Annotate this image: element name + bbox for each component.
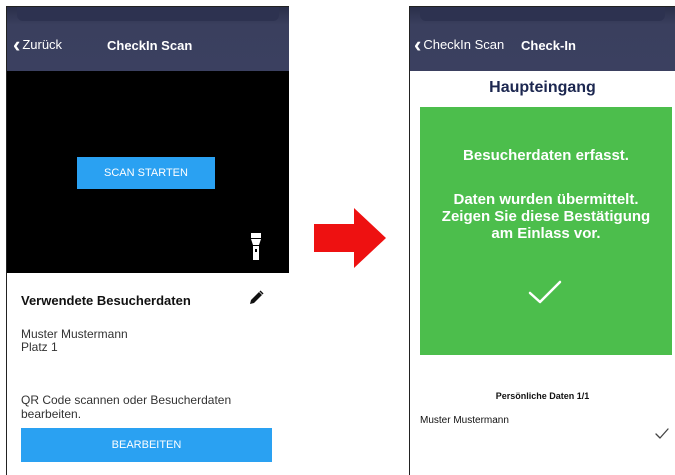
chevron-left-icon: ‹ [13, 31, 21, 57]
scan-start-button[interactable]: SCAN STARTEN [77, 157, 215, 189]
navigation-bar: ‹ CheckIn Scan Check-In [410, 7, 675, 71]
entrance-title: Haupteingang [489, 79, 596, 96]
back-label: Zurück [22, 37, 63, 52]
right-arrow-icon [314, 208, 386, 268]
visitor-seat: Platz 1 [21, 340, 58, 354]
chevron-left-icon: ‹ [414, 31, 422, 57]
personal-data-title: Persönliche Daten 1/1 [495, 391, 590, 401]
camera-preview: SCAN STARTEN [7, 71, 289, 273]
pencil-icon[interactable] [248, 290, 264, 306]
section-title: Verwendete Besucherdaten [21, 293, 191, 308]
status-line: Besucherdaten erfasst. [463, 147, 629, 164]
confirmation-message: Daten wurden übermittelt. Zeigen Sie die… [424, 191, 668, 242]
back-label: CheckIn Scan [423, 37, 505, 52]
flashlight-icon[interactable] [250, 233, 262, 261]
message-line: Zeigen Sie diese Bestätigung [441, 208, 651, 225]
confirmation-card: Besucherdaten erfasst. Daten wurden über… [420, 107, 672, 355]
checkmark-icon [655, 428, 669, 439]
status-bar [17, 7, 279, 21]
navigation-bar: ‹ Zurück CheckIn Scan [7, 7, 289, 71]
status-bar [420, 7, 665, 21]
nav-title: CheckIn Scan [107, 38, 193, 53]
message-line: am Einlass vor. [491, 225, 601, 242]
edit-button[interactable]: BEARBEITEN [21, 428, 272, 462]
nav-title: Check-In [521, 38, 576, 53]
hint-text: QR Code scannen oder Besucherdaten bearb… [21, 393, 232, 421]
personal-name: Muster Mustermann [420, 415, 509, 426]
checkin-scan-screen: ‹ Zurück CheckIn Scan SCAN STARTEN Verwe… [6, 6, 289, 475]
back-button[interactable]: ‹ CheckIn Scan [414, 31, 505, 57]
back-button[interactable]: ‹ Zurück [13, 31, 63, 57]
checkmark-icon [528, 280, 562, 304]
message-line: Daten wurden übermittelt. [453, 191, 639, 208]
visitor-name: Muster Mustermann [21, 327, 128, 341]
checkin-confirmation-screen: ‹ CheckIn Scan Check-In Haupteingang Bes… [409, 6, 675, 475]
